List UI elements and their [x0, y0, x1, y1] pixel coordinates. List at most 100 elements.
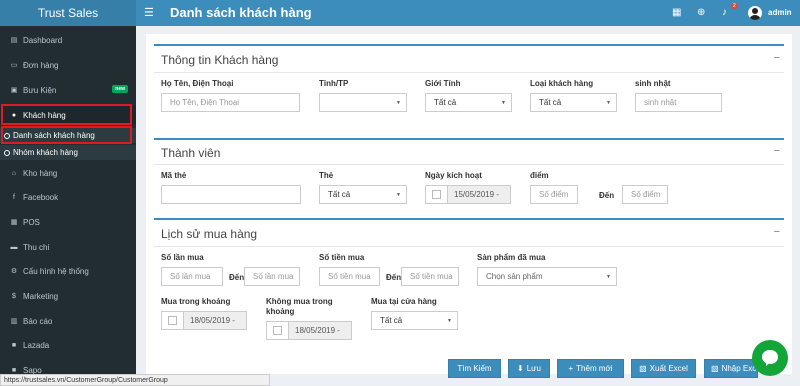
card-no-label: Mã thẻ	[161, 171, 187, 180]
sidebar-item-facebook[interactable]: f Facebook	[0, 188, 136, 206]
add-new-button[interactable]: + Thêm mới	[557, 359, 624, 378]
collapse-icon[interactable]: −	[774, 52, 780, 64]
user-name[interactable]: admin	[768, 8, 792, 17]
bell-icon[interactable]: ♪	[722, 7, 727, 18]
gender-select[interactable]: Tất cả ▼	[425, 93, 512, 112]
purchase-times-from-input[interactable]: Số lần mua	[161, 267, 223, 286]
sidebar-item-label: Đơn hàng	[23, 60, 59, 70]
sidebar-item-reports[interactable]: ▥ Báo cáo	[0, 312, 136, 330]
dashboard-icon: ▤	[10, 37, 18, 44]
collapse-icon[interactable]: −	[774, 226, 780, 238]
collapse-icon[interactable]: −	[774, 145, 780, 157]
chat-bubble-icon	[762, 350, 778, 366]
export-excel-button[interactable]: ▧ Xuất Excel	[631, 359, 696, 378]
birthday-input[interactable]: sinh nhật	[635, 93, 722, 112]
caret-down-icon: ▼	[396, 100, 401, 106]
purchase-times-to-input[interactable]: Số lần mua	[244, 267, 300, 286]
report-icon: ▥	[10, 318, 18, 325]
box-title: Thành viên	[161, 146, 221, 160]
money-icon: ▬	[10, 243, 18, 251]
sidebar-item-label: Facebook	[23, 192, 59, 202]
product-select[interactable]: Chọn sản phẩm ▼	[477, 267, 617, 286]
date-toggle-checkbox[interactable]	[426, 186, 448, 203]
sidebar-item-label: Dashboard	[23, 35, 63, 45]
cogs-icon: ⚙	[10, 268, 18, 275]
name-label: Họ Tên, Điện Thoại	[161, 79, 234, 88]
grid-icon[interactable]: ▦	[672, 7, 681, 18]
search-button[interactable]: Tìm Kiếm	[448, 359, 501, 378]
page-title: Danh sách khách hàng	[170, 5, 312, 20]
avatar[interactable]	[748, 6, 762, 20]
customer-type-select[interactable]: Tất cả ▼	[530, 93, 617, 112]
topbar: ☰ Danh sách khách hàng ▦ ⊕ ♪ 2 admin	[136, 0, 800, 26]
to-label: Đến	[229, 273, 245, 282]
sidebar-item-dashboard[interactable]: ▤ Dashboard	[0, 31, 136, 49]
not-bought-date-range[interactable]: 18/05/2019 -	[266, 321, 352, 340]
points-to-input[interactable]: Số điểm	[622, 185, 668, 204]
dollar-icon: $	[12, 292, 16, 300]
sidebar-item-label: Cấu hình hệ thống	[23, 266, 89, 276]
gender-label: Giới Tính	[425, 79, 461, 88]
points-from-input[interactable]: Số điểm	[530, 185, 578, 204]
to-label: Đến	[599, 191, 615, 200]
sidebar-item-label: POS	[23, 217, 40, 227]
not-bought-range-label-2: khoảng	[266, 307, 295, 316]
sidebar-item-settings[interactable]: ⚙ Cấu hình hệ thống	[0, 262, 136, 280]
customer-type-label: Loại khách hàng	[530, 79, 594, 88]
add-circle-icon[interactable]: ⊕	[697, 7, 705, 18]
highlight-box-customer-list	[1, 126, 132, 144]
facebook-icon: f	[13, 193, 15, 201]
member-box: Thành viên − Mã thẻ Thẻ Tất cả ▼ Ngày kíc…	[154, 138, 784, 210]
to-label: Đến	[386, 273, 402, 282]
sidebar-item-warehouse[interactable]: ⌂ Kho hàng	[0, 164, 136, 182]
sidebar-item-pos[interactable]: ▦ POS	[0, 213, 136, 231]
card-select[interactable]: Tất cả ▼	[319, 185, 407, 204]
sidebar-item-marketing[interactable]: $ Marketing	[0, 287, 136, 305]
menu-toggle-icon[interactable]: ☰	[144, 6, 154, 19]
purchase-amount-from-input[interactable]: Số tiền mua	[319, 267, 380, 286]
file-excel-icon: ▧	[711, 364, 719, 373]
sidebar-subitem-label: Nhóm khách hàng	[13, 148, 78, 157]
file-excel-icon: ▧	[639, 364, 647, 373]
activation-date-range[interactable]: 15/05/2019 -	[425, 185, 511, 204]
sidebar-subitem-customer-groups[interactable]: Nhóm khách hàng	[0, 145, 136, 160]
bought-in-range-label: Mua trong khoảng	[161, 297, 231, 306]
download-icon: ⬇	[517, 364, 524, 373]
not-bought-range-label: Không mua trong	[266, 297, 333, 306]
lazada-icon: ■	[11, 341, 17, 349]
sidebar-item-cashflow[interactable]: ▬ Thu chi	[0, 238, 136, 256]
card-no-input[interactable]	[161, 185, 301, 204]
caret-down-icon: ▼	[606, 274, 611, 280]
points-label: điểm	[530, 171, 549, 180]
purchase-times-label: Số lần mua	[161, 253, 204, 262]
birthday-label: sinh nhật	[635, 79, 671, 88]
date-toggle-checkbox[interactable]	[162, 312, 184, 329]
import-excel-button[interactable]: ▧ Nhập Exc	[704, 359, 758, 378]
date-toggle-checkbox[interactable]	[267, 322, 289, 339]
province-label: Tỉnh/TP	[319, 79, 349, 88]
sidebar-item-lazada[interactable]: ■ Lazada	[0, 336, 136, 354]
brand-logo[interactable]: Trust Sales	[0, 0, 136, 26]
customer-info-box: Thông tin Khách hàng − Họ Tên, Điện Thoạ…	[154, 44, 784, 129]
sidebar-item-label: Lazada	[23, 340, 50, 350]
products-label: Sản phẩm đã mua	[477, 253, 546, 262]
province-select[interactable]: ▼	[319, 93, 407, 112]
sidebar-item-orders[interactable]: ▭ Đơn hàng	[0, 56, 136, 74]
sidebar-item-label: Marketing	[23, 291, 59, 301]
box-title: Lịch sử mua hàng	[161, 227, 258, 241]
sidebar-item-label: Báo cáo	[23, 316, 53, 326]
bought-in-date-range[interactable]: 18/05/2019 -	[161, 311, 247, 330]
card-label: Thẻ	[319, 171, 334, 180]
caret-down-icon: ▼	[447, 318, 452, 324]
sidebar-item-parcels[interactable]: ▣ Bưu Kiện new	[0, 81, 136, 99]
purchase-amount-to-input[interactable]: Số tiền mua	[401, 267, 459, 286]
plus-icon: +	[568, 364, 574, 373]
chat-button[interactable]	[752, 340, 788, 376]
purchase-amount-label: Số tiền mua	[319, 253, 365, 262]
sidebar: Trust Sales ▤ Dashboard ▭ Đơn hàng ▣ Bưu Ki…	[0, 0, 136, 386]
name-phone-input[interactable]: Họ Tên, Điện Thoại	[161, 93, 300, 112]
activation-label: Ngày kích hoạt	[425, 171, 482, 180]
save-button[interactable]: ⬇ Lưu	[508, 359, 550, 378]
notification-badge: 2	[731, 3, 738, 9]
store-select[interactable]: Tất cả ▼	[371, 311, 458, 330]
